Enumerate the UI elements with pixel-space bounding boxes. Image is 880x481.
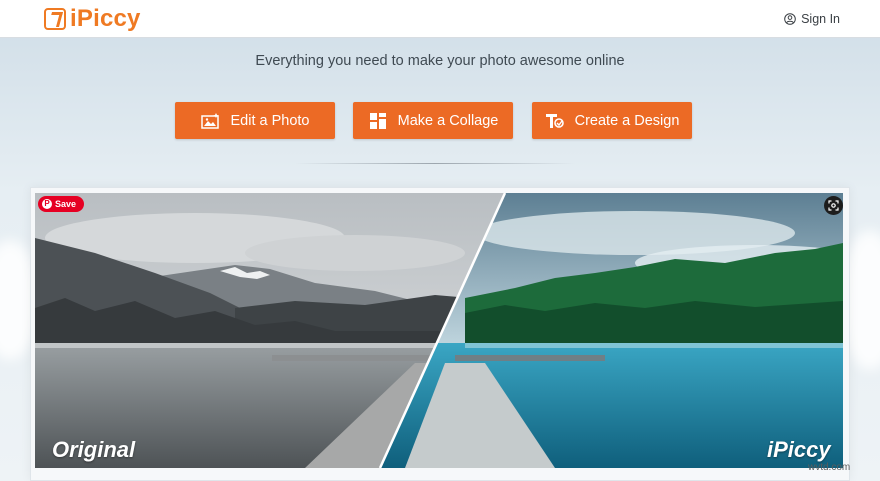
design-text-icon [545,113,564,128]
save-label: Save [55,199,77,209]
edit-photo-label: Edit a Photo [230,112,310,129]
user-icon [784,12,796,25]
pinterest-icon: P [42,199,52,209]
pinterest-save-button[interactable]: P Save [38,196,85,212]
make-collage-button[interactable]: Make a Collage [353,102,513,139]
ipiccy-result-label: iPiccy [767,437,831,462]
watermark-text: wvtd.com [808,462,851,473]
before-after-photo [35,193,843,468]
lake-dock-comparison-image [35,193,843,468]
ipiccy-logo-icon [44,7,66,30]
sign-in-link[interactable]: Sign In [784,12,840,26]
collage-grid-icon [369,112,386,129]
top-navigation-bar: iPiccy Sign In [0,0,880,38]
create-design-label: Create a Design [574,112,680,129]
logo-text: iPiccy [70,4,141,32]
edit-photo-button[interactable]: Edit a Photo [175,102,335,139]
make-collage-label: Make a Collage [397,112,499,129]
lens-icon [828,200,839,211]
photo-edit-icon [200,112,219,129]
lens-search-button[interactable] [824,196,843,215]
hero-subtitle: Everything you need to make your photo a… [255,53,625,69]
section-divider [295,163,575,164]
original-label: Original [52,437,136,462]
create-design-button[interactable]: Create a Design [532,102,692,139]
sign-in-label: Sign In [801,11,840,26]
ipiccy-logo[interactable]: iPiccy [44,5,141,33]
